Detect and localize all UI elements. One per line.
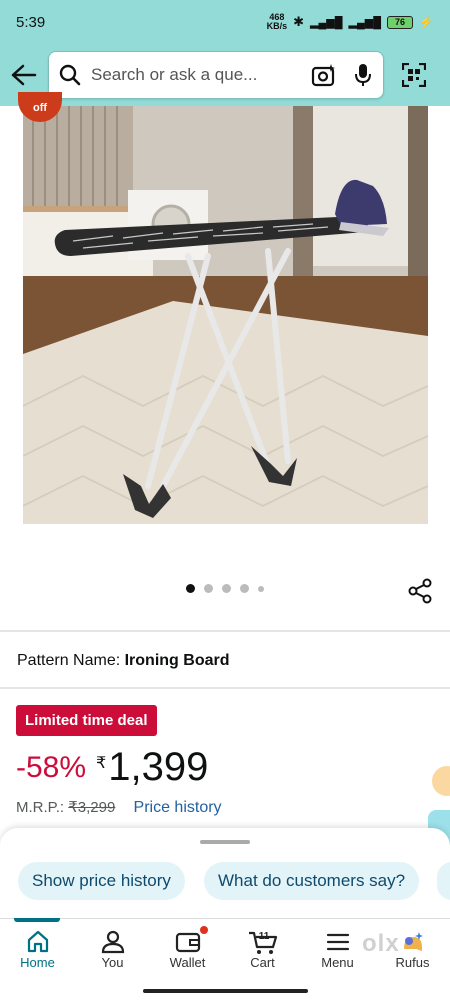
pattern-value: Ironing Board <box>124 652 230 669</box>
home-gesture-pill[interactable] <box>143 989 308 993</box>
tab-label-rufus: Rufus <box>395 955 430 970</box>
wallet-icon <box>175 932 200 953</box>
currency-symbol: ₹ <box>96 755 107 772</box>
tab-label-wallet: Wallet <box>169 955 206 970</box>
mrp-value: ₹3,299 <box>68 799 116 816</box>
search-input[interactable]: Search or ask a que... <box>91 65 311 85</box>
chip-what-do-customers-say[interactable]: What do customers say? <box>204 862 420 900</box>
camera-search-icon[interactable] <box>311 63 337 87</box>
tab-wallet[interactable]: Wallet <box>150 919 225 978</box>
mrp-label: M.R.P.: <box>16 799 65 816</box>
person-icon <box>101 930 124 954</box>
pattern-label: Pattern Name: <box>17 652 121 669</box>
bluetooth-icon: ✱ <box>293 14 305 29</box>
pattern-name-row: Pattern Name: Ironing Board <box>17 652 230 670</box>
qr-scan-button[interactable] <box>384 63 444 87</box>
back-button[interactable] <box>0 64 48 86</box>
status-time: 5:39 <box>16 13 46 31</box>
qr-scan-icon <box>402 63 426 87</box>
image-carousel-dots[interactable] <box>0 584 450 593</box>
network-speed: 468 KB/s <box>266 12 288 31</box>
carousel-dot-4[interactable] <box>240 584 249 593</box>
tab-you[interactable]: You <box>75 919 150 978</box>
olx-watermark: olx <box>362 930 400 957</box>
carousel-dot-1[interactable] <box>186 584 195 593</box>
menu-icon <box>326 933 349 951</box>
suggestion-sheet: Show price history What do customers say… <box>0 828 450 928</box>
tab-label-cart: Cart <box>250 955 275 970</box>
share-icon <box>408 578 432 604</box>
cart-count: 11 <box>258 931 269 942</box>
limited-time-deal-badge: Limited time deal <box>16 705 157 736</box>
signal-icon-2: ▂▄▆█ <box>348 16 382 29</box>
discount-percent: -58% <box>16 751 87 784</box>
divider <box>0 630 450 632</box>
chip-show-price-history[interactable]: Show price history <box>18 862 185 900</box>
search-header: Search or ask a que... <box>0 44 450 106</box>
carousel-dot-3[interactable] <box>222 584 231 593</box>
search-icon <box>59 64 81 86</box>
tab-home[interactable]: Home <box>0 918 75 978</box>
floating-action-button[interactable] <box>432 766 450 796</box>
tab-label-menu: Menu <box>321 955 354 970</box>
mrp-row: M.R.P.: ₹3,299 Price history <box>16 798 222 817</box>
share-button[interactable] <box>406 577 434 610</box>
system-nav-bar <box>0 978 450 1000</box>
tab-cart[interactable]: 11 Cart <box>225 919 300 978</box>
back-arrow-icon <box>11 64 37 86</box>
ironing-board-photo <box>23 106 428 524</box>
chip-more[interactable] <box>437 862 450 900</box>
status-bar: 5:39 468 KB/s ✱ ▂▄▆█ ▂▄▆█ 76 ⚡ <box>0 0 450 44</box>
cart-icon: 11 <box>248 931 277 954</box>
battery-level: 76 <box>395 17 406 27</box>
status-icons: 468 KB/s ✱ ▂▄▆█ ▂▄▆█ 76 ⚡ <box>267 13 434 31</box>
product-image[interactable] <box>23 106 428 524</box>
charging-icon: ⚡ <box>419 15 434 29</box>
battery-icon: 76 <box>387 15 414 29</box>
price-history-link[interactable]: Price history <box>134 799 222 816</box>
tab-label-you: You <box>101 955 124 970</box>
price-value: 1,399 <box>108 745 209 789</box>
signal-icon: ▂▄▆█ <box>310 16 343 29</box>
search-bar[interactable]: Search or ask a que... <box>48 51 384 99</box>
sheet-drag-handle[interactable] <box>200 840 250 844</box>
microphone-icon[interactable] <box>353 63 373 87</box>
rufus-icon <box>403 932 423 951</box>
tab-label-home: Home <box>20 955 55 970</box>
carousel-dot-2[interactable] <box>204 584 213 593</box>
notification-dot <box>200 926 208 934</box>
home-icon <box>27 930 48 953</box>
divider <box>0 687 450 689</box>
price-row: -58% ₹ 1,399 <box>16 745 208 790</box>
carousel-dot-5[interactable] <box>258 585 264 592</box>
